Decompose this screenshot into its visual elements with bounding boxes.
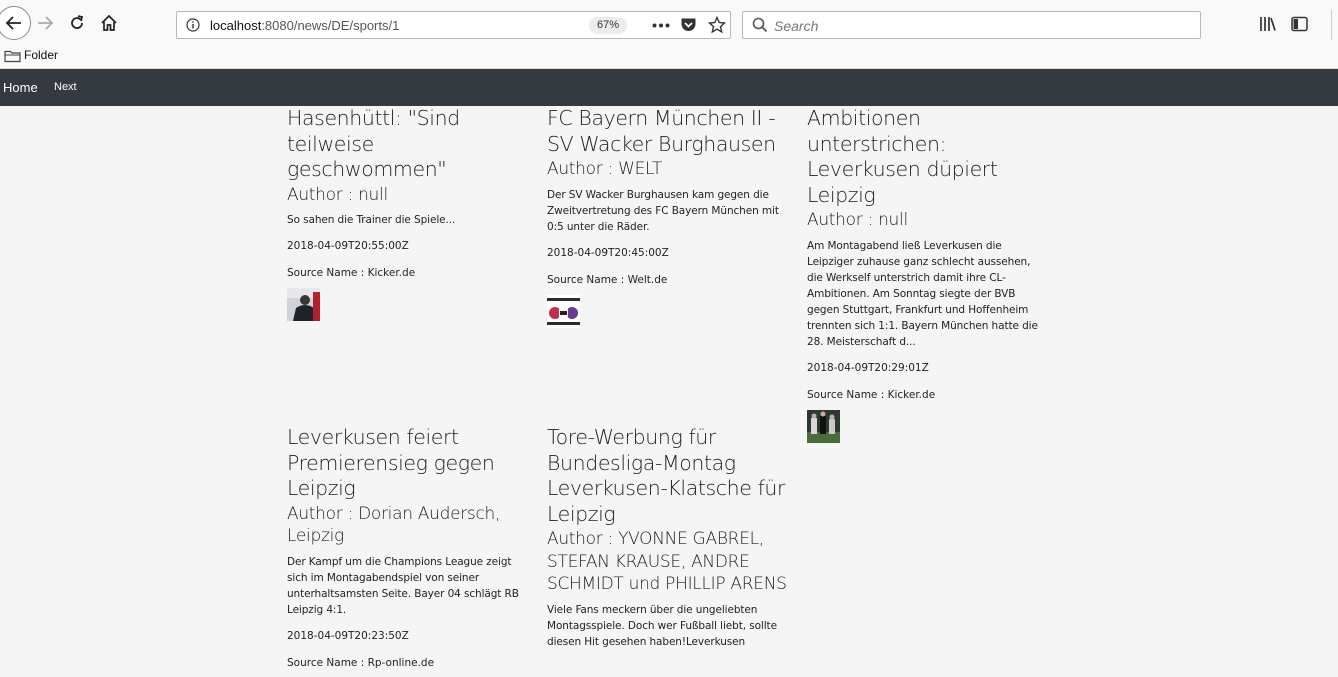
url-bar[interactable]: localhost:8080/news/DE/sports/1 67%	[176, 11, 731, 39]
back-arrow-icon	[5, 16, 21, 30]
article-card: Tore-Werbung für Bundesliga-Montag Lever…	[547, 425, 787, 650]
nav-next-link[interactable]: Next	[54, 81, 77, 93]
article-source: Source Name : Kicker.de	[807, 388, 936, 401]
article-source: Source Name : Welt.de	[547, 273, 668, 286]
article-card: FC Bayern München II - SV Wacker Burghau…	[547, 106, 787, 332]
article-description: Der Kampf um die Champions League zeigt …	[287, 555, 519, 616]
home-button[interactable]	[94, 8, 124, 38]
bookmark-star-icon[interactable]	[708, 16, 726, 34]
article-source: Source Name : Kicker.de	[287, 267, 416, 279]
page-actions-icon[interactable]	[652, 23, 670, 28]
article-author: Author : null	[807, 210, 908, 230]
toolbar-divider	[1331, 10, 1332, 40]
article-date: 2018-04-09T20:29:01Z	[807, 361, 929, 374]
url-path: :8080/news/DE/sports/1	[261, 18, 400, 33]
article-description: So sahen die Trainer die Spiele...	[287, 214, 456, 226]
news-grid: Hasenhüttl: "Sind teilweise geschwommen"…	[0, 106, 1338, 677]
reload-button[interactable]	[62, 8, 92, 38]
article-title[interactable]: Ambitionen unterstrichen: Leverkusen düp…	[807, 106, 1047, 208]
article-thumbnail[interactable]	[287, 288, 320, 321]
forward-button[interactable]	[30, 8, 60, 38]
bookmark-folder[interactable]: Folder	[24, 48, 58, 62]
search-bar[interactable]: Search	[742, 11, 1201, 39]
sidebar-icon[interactable]	[1291, 16, 1308, 32]
search-icon	[752, 17, 768, 33]
article-description: Viele Fans meckern über die ungeliebten …	[547, 603, 777, 648]
pocket-icon[interactable]	[680, 17, 697, 33]
forward-arrow-icon	[38, 16, 54, 30]
info-icon[interactable]	[186, 18, 200, 32]
article-thumbnail[interactable]	[547, 294, 580, 328]
library-icon[interactable]	[1259, 16, 1277, 32]
article-card: Leverkusen feiert Premierensieg gegen Le…	[287, 425, 527, 670]
article-card: Ambitionen unterstrichen: Leverkusen düp…	[807, 106, 1047, 447]
site-navbar: Home Next	[0, 69, 1338, 106]
article-author: Author : YVONNE GABREL, STEFAN KRAUSE, A…	[547, 529, 787, 594]
article-card: Hasenhüttl: "Sind teilweise geschwommen"…	[287, 106, 527, 325]
article-source: Source Name : Rp-online.de	[287, 656, 435, 669]
reload-icon	[71, 15, 84, 29]
article-title[interactable]: Tore-Werbung für Bundesliga-Montag Lever…	[547, 425, 787, 527]
article-description: Am Montagabend ließ Leverkusen die Leipz…	[807, 239, 1038, 348]
nav-home-link[interactable]: Home	[3, 80, 38, 95]
article-thumbnail[interactable]	[807, 409, 840, 443]
browser-toolbar: localhost:8080/news/DE/sports/1 67% Sear…	[0, 0, 1338, 46]
article-date: 2018-04-09T20:45:00Z	[547, 246, 669, 259]
zoom-indicator[interactable]: 67%	[589, 17, 627, 34]
article-title[interactable]: Hasenhüttl: "Sind teilweise geschwommen"	[287, 106, 527, 183]
article-author: Author : WELT	[547, 159, 662, 179]
url-text[interactable]: localhost:8080/news/DE/sports/1	[210, 18, 399, 33]
article-author: Author : Dorian Audersch, Leipzig	[287, 503, 501, 547]
bookmarks-toolbar: Folder	[0, 46, 1338, 69]
article-author: Author : null	[287, 184, 388, 205]
article-description: Der SV Wacker Burghausen kam gegen die Z…	[547, 188, 779, 233]
article-date: 2018-04-09T20:55:00Z	[287, 240, 409, 252]
article-date: 2018-04-09T20:23:50Z	[287, 629, 409, 642]
back-button[interactable]	[0, 6, 31, 40]
home-icon	[101, 14, 117, 31]
search-placeholder: Search	[774, 18, 819, 34]
url-host: localhost	[210, 18, 262, 33]
folder-icon	[4, 50, 21, 63]
article-title[interactable]: FC Bayern München II - SV Wacker Burghau…	[547, 106, 787, 157]
article-title[interactable]: Leverkusen feiert Premierensieg gegen Le…	[287, 425, 527, 502]
